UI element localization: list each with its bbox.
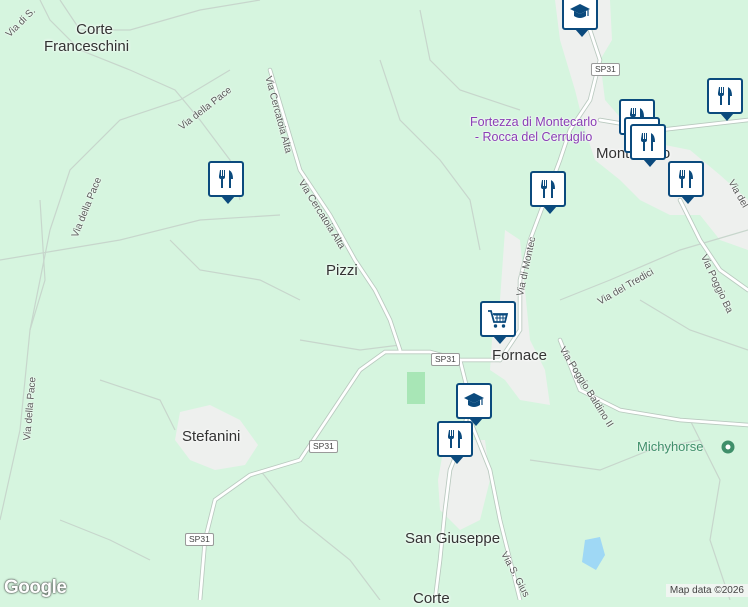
graduation-cap-icon	[464, 393, 484, 407]
marker-restaurant[interactable]	[707, 78, 743, 121]
fork-knife-icon	[448, 430, 462, 448]
marker-shopping[interactable]	[480, 301, 516, 344]
fork-knife-icon	[718, 87, 732, 105]
google-logo[interactable]: Google	[4, 577, 67, 599]
map-canvas[interactable]	[0, 0, 748, 600]
fork-knife-icon	[541, 180, 555, 198]
place-label-corte: Corte	[413, 590, 450, 607]
marker-school[interactable]	[456, 383, 492, 426]
marker-school[interactable]	[562, 0, 598, 37]
place-label-pizzi: Pizzi	[326, 262, 358, 279]
road-shield-sp31: SP31	[431, 353, 460, 366]
place-label-stefanini: Stefanini	[182, 428, 241, 445]
park-area	[407, 372, 425, 404]
marker-restaurant[interactable]	[437, 421, 473, 464]
graduation-cap-icon	[570, 4, 590, 18]
fork-knife-icon	[219, 170, 233, 188]
marker-restaurant[interactable]	[668, 161, 704, 204]
poi-label-fortezza[interactable]: Fortezza di Montecarlo - Rocca del Cerru…	[470, 115, 597, 145]
poi-label-line: - Rocca del Cerruglio	[474, 130, 593, 144]
marker-restaurant[interactable]	[208, 161, 244, 204]
place-label-line: Franceschini	[44, 38, 130, 55]
road-shield-sp31: SP31	[309, 440, 338, 453]
shopping-cart-icon	[488, 310, 509, 328]
road-shield-sp31: SP31	[185, 533, 214, 546]
road-shield-sp31: SP31	[591, 63, 620, 76]
fork-knife-icon	[679, 170, 693, 188]
marker-restaurant[interactable]	[630, 124, 666, 167]
marker-restaurant[interactable]	[530, 171, 566, 214]
place-label-line: Corte	[76, 21, 113, 38]
place-label-fornace: Fornace	[492, 347, 548, 364]
fork-knife-icon	[641, 133, 655, 151]
place-label-san-giuseppe: San Giuseppe	[405, 530, 501, 547]
poi-label-michyhorse[interactable]: Michyhorse	[637, 439, 703, 454]
map-attribution[interactable]: Map data ©2026	[665, 584, 748, 597]
place-label-corte-franceschini: Corte Franceschini	[44, 21, 129, 55]
poi-label-line: Fortezza di Montecarlo	[470, 115, 598, 129]
